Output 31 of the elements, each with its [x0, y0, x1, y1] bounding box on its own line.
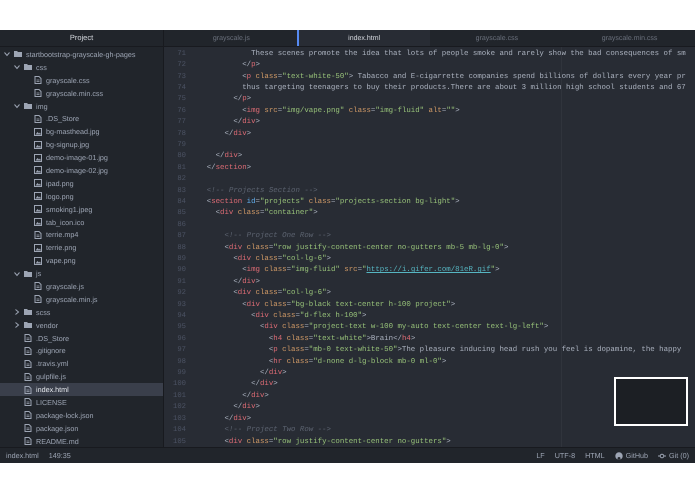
file-icon: [34, 114, 42, 123]
file-icon: [24, 398, 32, 406]
file-icon: [34, 76, 42, 84]
file-icon: [24, 437, 32, 446]
file-icon: [24, 411, 32, 420]
file-icon: [24, 360, 32, 368]
file-icon: [24, 346, 32, 355]
file-icon: [34, 282, 42, 290]
folder-icon: [24, 102, 32, 110]
chevron-down-icon: [14, 270, 20, 277]
file-icon: [24, 424, 32, 432]
folder-icon: [24, 270, 32, 278]
image-file-icon: [34, 128, 42, 136]
chevron-down-icon: [14, 103, 20, 109]
image-file-icon: [34, 256, 42, 265]
image-file-icon: [34, 205, 42, 214]
image-file-icon: [34, 192, 42, 200]
image-file-icon: [34, 166, 42, 174]
image-file-icon: [34, 218, 42, 226]
image-file-icon: [34, 244, 42, 252]
commit-icon: [658, 452, 666, 460]
file-icon: [24, 372, 32, 381]
minimap-drawing[interactable]: [614, 377, 688, 426]
file-icon: [24, 334, 32, 342]
file-icon: [24, 386, 32, 394]
file-icon: [34, 89, 42, 98]
image-file-icon: [34, 140, 42, 149]
file-icon: [34, 295, 42, 304]
file-icon: [34, 230, 42, 239]
image-file-icon: [34, 179, 42, 188]
image-file-icon: [34, 154, 42, 162]
